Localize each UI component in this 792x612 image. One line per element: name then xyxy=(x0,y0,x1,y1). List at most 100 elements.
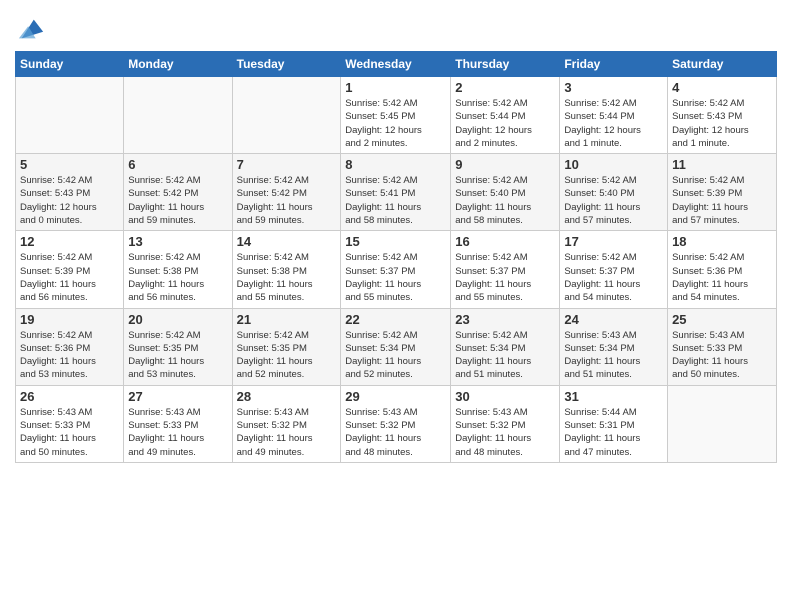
calendar-cell: 30 Sunrise: 5:43 AM Sunset: 5:32 PM Dayli… xyxy=(451,385,560,462)
day-info: Sunrise: 5:42 AM Sunset: 5:35 PM Dayligh… xyxy=(128,329,227,382)
week-row-4: 19 Sunrise: 5:42 AM Sunset: 5:36 PM Dayli… xyxy=(16,308,777,385)
day-info: Sunrise: 5:43 AM Sunset: 5:32 PM Dayligh… xyxy=(455,406,555,459)
calendar-cell xyxy=(16,77,124,154)
calendar-cell: 3 Sunrise: 5:42 AM Sunset: 5:44 PM Daylig… xyxy=(560,77,668,154)
calendar-cell: 11 Sunrise: 5:42 AM Sunset: 5:39 PM Dayli… xyxy=(668,154,777,231)
day-number: 19 xyxy=(20,312,119,327)
day-number: 26 xyxy=(20,389,119,404)
calendar-cell: 10Sunrise: 5:42 AM Sunset: 5:40 PM Dayli… xyxy=(560,154,668,231)
weekday-header-thursday: Thursday xyxy=(451,52,560,77)
day-info: Sunrise: 5:42 AM Sunset: 5:36 PM Dayligh… xyxy=(20,329,119,382)
day-info: Sunrise: 5:42 AM Sunset: 5:37 PM Dayligh… xyxy=(345,251,446,304)
day-info: Sunrise: 5:42 AM Sunset: 5:45 PM Dayligh… xyxy=(345,97,446,150)
calendar-cell: 26 Sunrise: 5:43 AM Sunset: 5:33 PM Dayli… xyxy=(16,385,124,462)
day-info: Sunrise: 5:42 AM Sunset: 5:37 PM Dayligh… xyxy=(455,251,555,304)
day-number: 15 xyxy=(345,234,446,249)
day-number: 10 xyxy=(564,157,663,172)
calendar-cell: 27Sunrise: 5:43 AM Sunset: 5:33 PM Dayli… xyxy=(124,385,232,462)
day-number: 30 xyxy=(455,389,555,404)
calendar-cell: 19 Sunrise: 5:42 AM Sunset: 5:36 PM Dayli… xyxy=(16,308,124,385)
day-info: Sunrise: 5:42 AM Sunset: 5:42 PM Dayligh… xyxy=(128,174,227,227)
weekday-header-tuesday: Tuesday xyxy=(232,52,341,77)
day-number: 7 xyxy=(237,157,337,172)
day-info: Sunrise: 5:42 AM Sunset: 5:37 PM Dayligh… xyxy=(564,251,663,304)
calendar-cell: 12 Sunrise: 5:42 AM Sunset: 5:39 PM Dayli… xyxy=(16,231,124,308)
day-number: 17 xyxy=(564,234,663,249)
day-number: 8 xyxy=(345,157,446,172)
calendar-cell: 21Sunrise: 5:42 AM Sunset: 5:35 PM Dayli… xyxy=(232,308,341,385)
day-info: Sunrise: 5:42 AM Sunset: 5:35 PM Dayligh… xyxy=(237,329,337,382)
day-info: Sunrise: 5:42 AM Sunset: 5:34 PM Dayligh… xyxy=(455,329,555,382)
day-info: Sunrise: 5:42 AM Sunset: 5:43 PM Dayligh… xyxy=(20,174,119,227)
day-number: 9 xyxy=(455,157,555,172)
week-row-1: 1Sunrise: 5:42 AM Sunset: 5:45 PM Daylig… xyxy=(16,77,777,154)
day-number: 18 xyxy=(672,234,772,249)
week-row-2: 5 Sunrise: 5:42 AM Sunset: 5:43 PM Daylig… xyxy=(16,154,777,231)
calendar-cell: 23 Sunrise: 5:42 AM Sunset: 5:34 PM Dayli… xyxy=(451,308,560,385)
day-number: 25 xyxy=(672,312,772,327)
day-number: 12 xyxy=(20,234,119,249)
weekday-header-sunday: Sunday xyxy=(16,52,124,77)
day-number: 11 xyxy=(672,157,772,172)
day-info: Sunrise: 5:43 AM Sunset: 5:33 PM Dayligh… xyxy=(672,329,772,382)
calendar-cell: 1Sunrise: 5:42 AM Sunset: 5:45 PM Daylig… xyxy=(341,77,451,154)
day-info: Sunrise: 5:42 AM Sunset: 5:44 PM Dayligh… xyxy=(564,97,663,150)
day-info: Sunrise: 5:43 AM Sunset: 5:34 PM Dayligh… xyxy=(564,329,663,382)
weekday-header-wednesday: Wednesday xyxy=(341,52,451,77)
day-number: 5 xyxy=(20,157,119,172)
calendar-cell xyxy=(232,77,341,154)
week-row-5: 26 Sunrise: 5:43 AM Sunset: 5:33 PM Dayli… xyxy=(16,385,777,462)
day-number: 22 xyxy=(345,312,446,327)
day-number: 16 xyxy=(455,234,555,249)
day-number: 4 xyxy=(672,80,772,95)
day-info: Sunrise: 5:43 AM Sunset: 5:32 PM Dayligh… xyxy=(345,406,446,459)
day-number: 3 xyxy=(564,80,663,95)
day-info: Sunrise: 5:42 AM Sunset: 5:38 PM Dayligh… xyxy=(128,251,227,304)
day-info: Sunrise: 5:43 AM Sunset: 5:33 PM Dayligh… xyxy=(20,406,119,459)
day-info: Sunrise: 5:42 AM Sunset: 5:43 PM Dayligh… xyxy=(672,97,772,150)
page-container: SundayMondayTuesdayWednesdayThursdayFrid… xyxy=(0,0,792,473)
day-number: 20 xyxy=(128,312,227,327)
calendar-cell: 31Sunrise: 5:44 AM Sunset: 5:31 PM Dayli… xyxy=(560,385,668,462)
day-info: Sunrise: 5:44 AM Sunset: 5:31 PM Dayligh… xyxy=(564,406,663,459)
calendar-cell: 8 Sunrise: 5:42 AM Sunset: 5:41 PM Daylig… xyxy=(341,154,451,231)
calendar-cell: 22 Sunrise: 5:42 AM Sunset: 5:34 PM Dayli… xyxy=(341,308,451,385)
day-info: Sunrise: 5:42 AM Sunset: 5:42 PM Dayligh… xyxy=(237,174,337,227)
logo xyxy=(15,15,45,43)
day-number: 23 xyxy=(455,312,555,327)
week-row-3: 12 Sunrise: 5:42 AM Sunset: 5:39 PM Dayli… xyxy=(16,231,777,308)
day-number: 28 xyxy=(237,389,337,404)
day-info: Sunrise: 5:42 AM Sunset: 5:39 PM Dayligh… xyxy=(20,251,119,304)
calendar-cell: 25 Sunrise: 5:43 AM Sunset: 5:33 PM Dayli… xyxy=(668,308,777,385)
weekday-header-saturday: Saturday xyxy=(668,52,777,77)
calendar-cell: 28 Sunrise: 5:43 AM Sunset: 5:32 PM Dayli… xyxy=(232,385,341,462)
calendar-cell: 13Sunrise: 5:42 AM Sunset: 5:38 PM Dayli… xyxy=(124,231,232,308)
day-number: 6 xyxy=(128,157,227,172)
day-number: 14 xyxy=(237,234,337,249)
calendar-cell: 17 Sunrise: 5:42 AM Sunset: 5:37 PM Dayli… xyxy=(560,231,668,308)
weekday-header-row: SundayMondayTuesdayWednesdayThursdayFrid… xyxy=(16,52,777,77)
day-info: Sunrise: 5:42 AM Sunset: 5:36 PM Dayligh… xyxy=(672,251,772,304)
day-info: Sunrise: 5:42 AM Sunset: 5:41 PM Dayligh… xyxy=(345,174,446,227)
day-info: Sunrise: 5:42 AM Sunset: 5:40 PM Dayligh… xyxy=(455,174,555,227)
calendar-cell: 5 Sunrise: 5:42 AM Sunset: 5:43 PM Daylig… xyxy=(16,154,124,231)
day-number: 24 xyxy=(564,312,663,327)
calendar-cell xyxy=(668,385,777,462)
calendar-cell: 6 Sunrise: 5:42 AM Sunset: 5:42 PM Daylig… xyxy=(124,154,232,231)
calendar-cell: 18 Sunrise: 5:42 AM Sunset: 5:36 PM Dayli… xyxy=(668,231,777,308)
calendar-table: SundayMondayTuesdayWednesdayThursdayFrid… xyxy=(15,51,777,463)
calendar-cell: 7 Sunrise: 5:42 AM Sunset: 5:42 PM Daylig… xyxy=(232,154,341,231)
day-info: Sunrise: 5:43 AM Sunset: 5:33 PM Dayligh… xyxy=(128,406,227,459)
calendar-cell: 15 Sunrise: 5:42 AM Sunset: 5:37 PM Dayli… xyxy=(341,231,451,308)
calendar-cell: 14 Sunrise: 5:42 AM Sunset: 5:38 PM Dayli… xyxy=(232,231,341,308)
calendar-cell: 4 Sunrise: 5:42 AM Sunset: 5:43 PM Daylig… xyxy=(668,77,777,154)
calendar-cell: 29 Sunrise: 5:43 AM Sunset: 5:32 PM Dayli… xyxy=(341,385,451,462)
day-info: Sunrise: 5:42 AM Sunset: 5:39 PM Dayligh… xyxy=(672,174,772,227)
day-info: Sunrise: 5:42 AM Sunset: 5:38 PM Dayligh… xyxy=(237,251,337,304)
day-info: Sunrise: 5:43 AM Sunset: 5:32 PM Dayligh… xyxy=(237,406,337,459)
calendar-cell: 20 Sunrise: 5:42 AM Sunset: 5:35 PM Dayli… xyxy=(124,308,232,385)
day-info: Sunrise: 5:42 AM Sunset: 5:34 PM Dayligh… xyxy=(345,329,446,382)
day-number: 29 xyxy=(345,389,446,404)
calendar-cell: 2Sunrise: 5:42 AM Sunset: 5:44 PM Daylig… xyxy=(451,77,560,154)
calendar-cell: 9 Sunrise: 5:42 AM Sunset: 5:40 PM Daylig… xyxy=(451,154,560,231)
